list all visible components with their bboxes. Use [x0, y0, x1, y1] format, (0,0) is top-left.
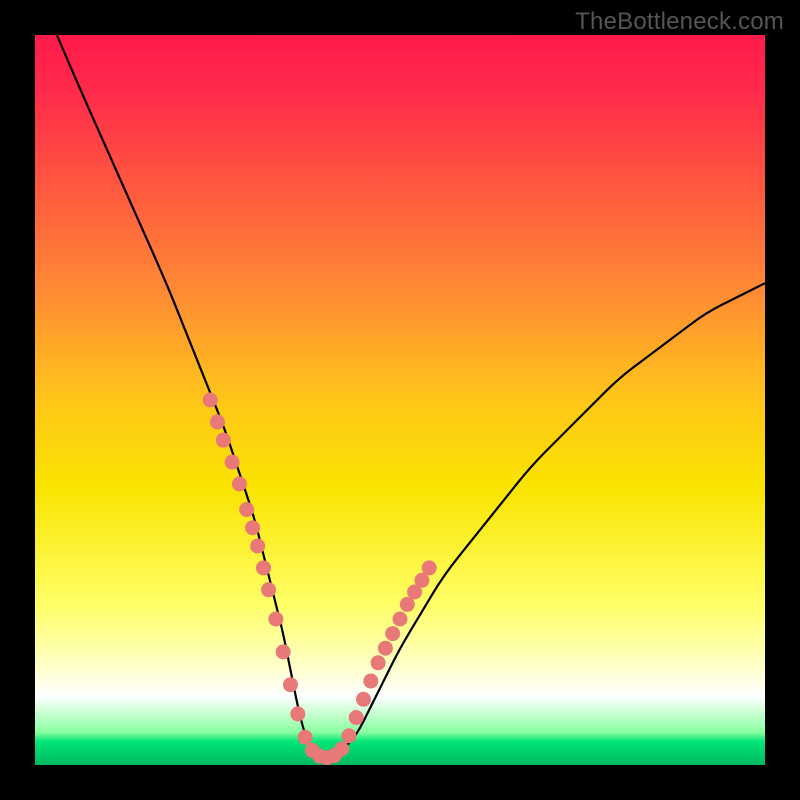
trough-dot	[290, 706, 305, 721]
trough-dot	[371, 655, 386, 670]
trough-dot	[385, 626, 400, 641]
trough-dot	[334, 741, 349, 756]
trough-dot	[283, 677, 298, 692]
trough-dot	[276, 644, 291, 659]
plot-area	[35, 35, 765, 765]
trough-dot	[349, 710, 364, 725]
trough-dot	[216, 433, 231, 448]
trough-dot	[210, 414, 225, 429]
trough-dot	[378, 641, 393, 656]
trough-dot	[256, 560, 271, 575]
trough-dot	[268, 612, 283, 627]
trough-dot	[261, 582, 276, 597]
trough-dot	[393, 612, 408, 627]
trough-dot	[422, 560, 437, 575]
trough-dot	[225, 455, 240, 470]
trough-dot	[341, 728, 356, 743]
gradient-background	[35, 35, 765, 765]
trough-dot	[232, 476, 247, 491]
trough-dot	[245, 520, 260, 535]
trough-dot	[203, 393, 218, 408]
chart-frame: TheBottleneck.com	[0, 0, 800, 800]
trough-dot	[356, 692, 371, 707]
trough-dot	[239, 502, 254, 517]
trough-dot	[298, 730, 313, 745]
trough-dot	[363, 674, 378, 689]
trough-dot	[250, 539, 265, 554]
chart-svg	[35, 35, 765, 765]
watermark-text: TheBottleneck.com	[575, 8, 784, 36]
